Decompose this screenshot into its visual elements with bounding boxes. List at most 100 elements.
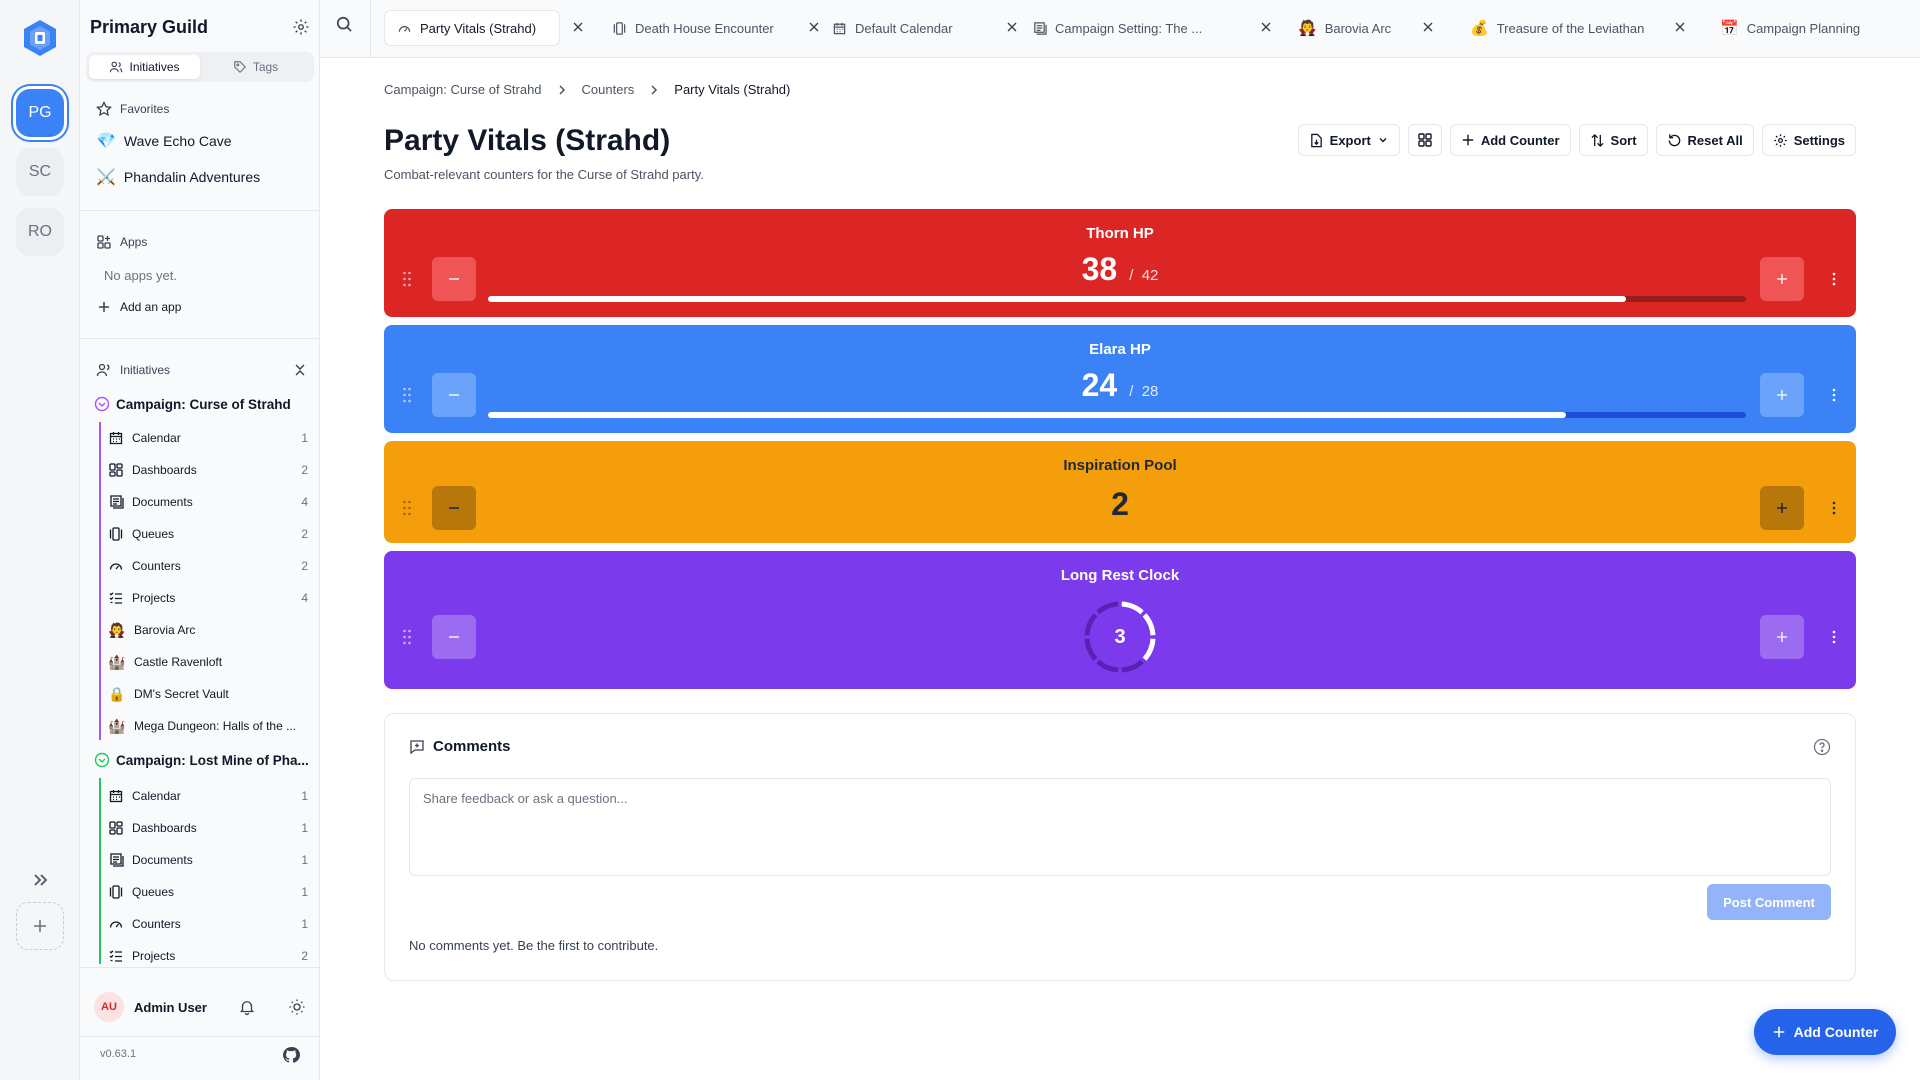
- close-icon[interactable]: [1420, 19, 1436, 35]
- settings-button[interactable]: Settings: [1761, 124, 1856, 156]
- tab-1[interactable]: Party Vitals (Strahd): [384, 10, 560, 46]
- reset-icon: [1668, 133, 1680, 146]
- favorite-item[interactable]: 💎 Wave Echo Cave: [96, 131, 232, 151]
- drag-handle-icon[interactable]: [402, 629, 412, 645]
- comment-input[interactable]: [409, 778, 1831, 876]
- sidebar-item[interactable]: 🏰 Castle Ravenloft: [108, 650, 308, 674]
- increment-button[interactable]: [1760, 257, 1804, 301]
- sidebar-item-label: Projects: [132, 949, 176, 963]
- item-count: 1: [301, 789, 308, 803]
- sidebar-item[interactable]: Counters 2: [108, 554, 308, 578]
- item-count: 2: [301, 949, 308, 963]
- github-icon[interactable]: [282, 1046, 300, 1064]
- plus-icon: [1777, 390, 1787, 400]
- expand-rail-icon[interactable]: [28, 868, 52, 892]
- guild-settings-gear-icon[interactable]: [292, 18, 310, 36]
- tab-tags[interactable]: Tags: [200, 55, 311, 79]
- item-count: 4: [301, 591, 308, 605]
- counter-card-thorn-hp: Thorn HP 38/ 42: [384, 209, 1856, 317]
- tab-label: Default Calendar: [855, 20, 953, 36]
- sidebar-item[interactable]: Dashboards 1: [108, 816, 308, 840]
- search-icon[interactable]: [334, 14, 354, 34]
- tab-3[interactable]: Default Calendar: [820, 10, 965, 46]
- dashboard-icon: [109, 821, 123, 835]
- add-workspace-button[interactable]: [16, 902, 64, 950]
- item-emoji-icon: 🔒: [108, 685, 126, 702]
- segmented-clock[interactable]: 3: [1082, 599, 1158, 675]
- sidebar-item-label: Dashboards: [132, 463, 197, 477]
- tab-5[interactable]: 🧛 Barovia Arc: [1286, 10, 1403, 46]
- favorite-item[interactable]: ⚔️ Phandalin Adventures: [96, 167, 260, 187]
- close-icon[interactable]: [1672, 19, 1688, 35]
- divider: [370, 0, 371, 58]
- campaign-curse-of-strahd[interactable]: Campaign: Curse of Strahd: [94, 396, 314, 412]
- item-count: 2: [301, 527, 308, 541]
- sidebar-item[interactable]: Queues 1: [108, 880, 308, 904]
- increment-button[interactable]: [1760, 486, 1804, 530]
- theme-sun-icon[interactable]: [288, 998, 306, 1016]
- sidebar-item[interactable]: Queues 2: [108, 522, 308, 546]
- close-icon[interactable]: [1004, 19, 1020, 35]
- add-counter-button[interactable]: Add Counter: [1449, 124, 1571, 156]
- help-icon[interactable]: [1813, 738, 1831, 756]
- sidebar-item[interactable]: 🔒 DM's Secret Vault: [108, 682, 308, 706]
- plus-icon: [1773, 1026, 1784, 1038]
- workspace-avatar-ro[interactable]: RO: [16, 208, 64, 256]
- close-icon[interactable]: [1258, 19, 1274, 35]
- sidebar-item[interactable]: Documents 4: [108, 490, 308, 514]
- add-counter-fab[interactable]: Add Counter: [1754, 1009, 1896, 1055]
- tab-4[interactable]: Campaign Setting: The ...: [1020, 10, 1214, 46]
- app-version: v0.63.1: [100, 1048, 137, 1060]
- counter-value: 2: [1111, 486, 1129, 522]
- tab-6[interactable]: 💰 Treasure of the Leviathan: [1458, 10, 1656, 46]
- bell-icon[interactable]: [238, 998, 256, 1016]
- breadcrumb-campaign[interactable]: Campaign: Curse of Strahd: [384, 82, 542, 97]
- sidebar-item[interactable]: 🏰 Mega Dungeon: Halls of the ...: [108, 714, 308, 738]
- tab-2[interactable]: Death House Encounter: [600, 10, 786, 46]
- checklist-icon: [109, 950, 122, 962]
- comments-heading: Comments: [409, 738, 511, 755]
- workspace-avatar-sc[interactable]: SC: [16, 148, 64, 196]
- tab-7[interactable]: 📅 Campaign Planning: [1708, 10, 1872, 46]
- sidebar-item[interactable]: Documents 1: [108, 848, 308, 872]
- tab-initiatives[interactable]: Initiatives: [89, 55, 200, 79]
- counter-value: 38: [1081, 251, 1118, 287]
- post-comment-button[interactable]: Post Comment: [1707, 884, 1831, 920]
- workspace-avatar-pg[interactable]: PG: [16, 89, 64, 137]
- sidebar-item[interactable]: Calendar 1: [108, 784, 308, 808]
- document-icon: [110, 853, 124, 867]
- user-profile[interactable]: AU Admin User: [94, 992, 306, 1022]
- sidebar-item[interactable]: Counters 1: [108, 912, 308, 936]
- increment-button[interactable]: [1760, 373, 1804, 417]
- app-logo-icon[interactable]: [20, 18, 60, 58]
- counter-value-row: 2: [384, 486, 1856, 523]
- sidebar-item[interactable]: Projects 4: [108, 586, 308, 610]
- add-app-button[interactable]: Add an app: [96, 299, 181, 315]
- item-count: 2: [301, 559, 308, 573]
- sidebar-item[interactable]: 🧛 Barovia Arc: [108, 618, 308, 642]
- campaign-lost-mine[interactable]: Campaign: Lost Mine of Pha...: [94, 752, 314, 768]
- more-options-icon[interactable]: [1826, 387, 1842, 403]
- item-emoji-icon: 🏰: [108, 653, 126, 670]
- gauge-icon: [109, 921, 123, 928]
- sidebar-item[interactable]: Calendar 1: [108, 426, 308, 450]
- more-options-icon[interactable]: [1826, 271, 1842, 287]
- item-emoji-icon: 🏰: [108, 717, 126, 734]
- sort-button[interactable]: Sort: [1578, 124, 1648, 156]
- increment-button[interactable]: [1760, 615, 1804, 659]
- sidebar-item[interactable]: Projects 2: [108, 944, 308, 968]
- more-options-icon[interactable]: [1826, 500, 1842, 516]
- decrement-button[interactable]: [432, 615, 476, 659]
- more-options-icon[interactable]: [1826, 629, 1842, 645]
- sidebar-item[interactable]: Dashboards 2: [108, 458, 308, 482]
- swords-icon: ⚔️: [96, 169, 116, 186]
- close-icon[interactable]: [570, 19, 586, 35]
- breadcrumb-counters[interactable]: Counters: [582, 82, 635, 97]
- reset-all-button[interactable]: Reset All: [1655, 124, 1754, 156]
- chevron-right-icon: [651, 84, 658, 95]
- layout-grid-button[interactable]: [1407, 124, 1442, 156]
- tab-emoji-icon: 📅: [1720, 20, 1739, 37]
- export-button[interactable]: Export: [1297, 124, 1400, 156]
- chevron-down-icon: [1379, 138, 1387, 143]
- collapse-all-icon[interactable]: [292, 362, 308, 378]
